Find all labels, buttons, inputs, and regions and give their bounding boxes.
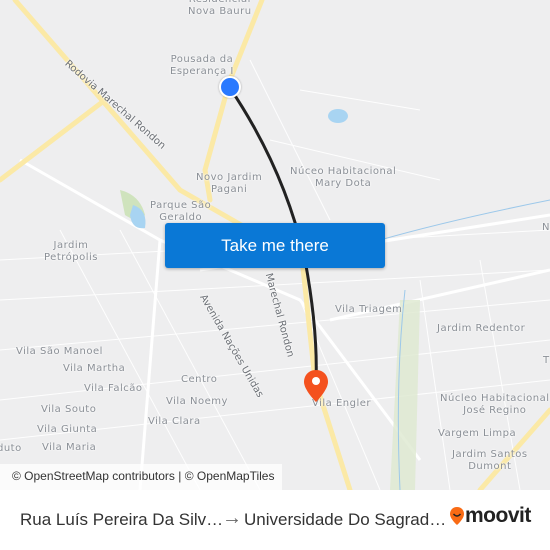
origin-name: Rua Luís Pereira Da Silv… — [20, 510, 224, 529]
moovit-pin-icon — [450, 507, 464, 525]
moovit-logo[interactable]: moovit — [449, 504, 531, 528]
neighborhood-label: Vargem Limpa — [438, 428, 517, 439]
neighborhood-label: Vila Noemy — [166, 396, 228, 407]
neighborhood-label: Vila Falcão — [84, 383, 143, 394]
neighborhood-label: Vila Giunta — [37, 424, 98, 435]
neighborhood-label: N — [542, 222, 550, 233]
neighborhood-label: Vila Maria — [42, 442, 97, 453]
neighborhood-label: T — [543, 355, 550, 366]
neighborhood-label: Novo Jardim Pagani — [196, 172, 263, 195]
neighborhood-label: Núcleo Habitacional José Regino — [440, 393, 550, 416]
neighborhood-label: Parque São Geraldo — [150, 200, 212, 223]
moovit-wordmark: moovit — [465, 504, 531, 527]
neighborhood-label: Vila Souto — [41, 404, 97, 415]
take-me-there-button[interactable]: Take me there — [165, 223, 385, 268]
neighborhood-label: ResidencialNova Bauru — [188, 0, 252, 17]
neighborhood-label: Jardim Santos Dumont — [452, 449, 528, 472]
destination-name: Universidade Do Sagrad… — [244, 510, 447, 529]
neighborhood-label: Núceo Habitacional Mary Dota — [290, 166, 397, 189]
neighborhood-label: Jardim Petrópolis — [44, 240, 98, 263]
map-attribution[interactable]: © OpenStreetMap contributors | © OpenMap… — [0, 464, 283, 490]
map[interactable]: ResidencialNova Bauru Pousada daEsperanç… — [0, 0, 550, 490]
neighborhood-label: Vila São Manoel — [16, 346, 103, 357]
neighborhood-label: Jardim Redentor — [437, 323, 526, 334]
neighborhood-label: duto — [0, 443, 22, 454]
destination-pin-icon[interactable] — [302, 368, 330, 404]
neighborhood-label: Centro — [181, 374, 218, 385]
neighborhood-label: Vila Clara — [148, 416, 201, 427]
neighborhood-label: Vila Martha — [63, 363, 126, 374]
pond — [328, 109, 348, 123]
footer: Rua Luís Pereira Da Silv… → Universidade… — [0, 490, 550, 550]
neighborhood-label: Pousada da Esperança I — [170, 54, 234, 77]
neighborhood-label: Vila Triagem — [335, 304, 403, 315]
arrow-right-icon: → — [222, 507, 242, 529]
origin-marker[interactable] — [219, 76, 241, 98]
